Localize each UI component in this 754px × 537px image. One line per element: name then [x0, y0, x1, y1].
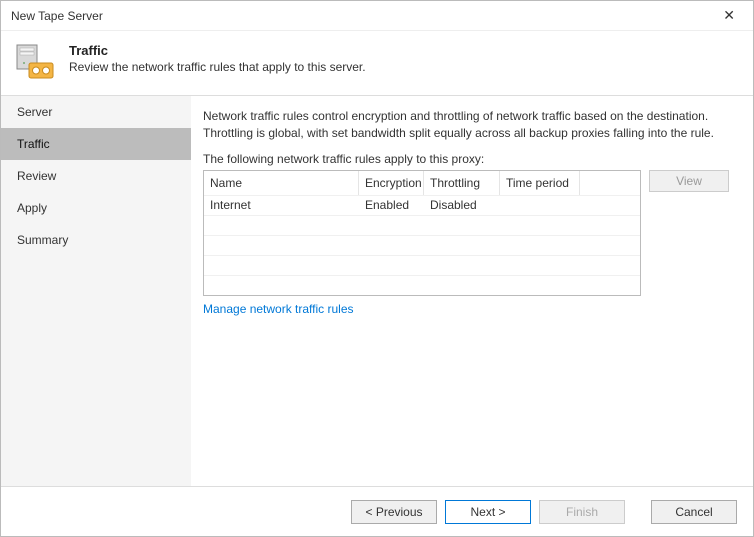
column-header-spacer: [580, 171, 640, 195]
tape-server-icon: [15, 41, 55, 81]
column-header-throttling[interactable]: Throttling: [424, 171, 500, 195]
sidebar-item-summary[interactable]: Summary: [1, 224, 191, 256]
wizard-window: New Tape Server ✕ Traffic Review the net…: [0, 0, 754, 537]
view-button: View: [649, 170, 729, 192]
column-header-name[interactable]: Name: [204, 171, 359, 195]
table-row-empty: [204, 215, 640, 235]
window-title: New Tape Server: [11, 9, 103, 23]
cell-name: Internet: [204, 198, 359, 212]
sidebar-item-review[interactable]: Review: [1, 160, 191, 192]
cancel-button[interactable]: Cancel: [651, 500, 737, 524]
sidebar-item-traffic[interactable]: Traffic: [1, 128, 191, 160]
sidebar: Server Traffic Review Apply Summary: [1, 95, 191, 486]
close-icon[interactable]: ✕: [715, 5, 743, 26]
sidebar-item-label: Apply: [17, 201, 47, 215]
table-row[interactable]: Internet Enabled Disabled: [204, 195, 640, 215]
main-panel: Network traffic rules control encryption…: [191, 95, 753, 486]
table-body: Internet Enabled Disabled: [204, 195, 640, 295]
header: Traffic Review the network traffic rules…: [1, 31, 753, 95]
next-button[interactable]: Next >: [445, 500, 531, 524]
list-label: The following network traffic rules appl…: [203, 152, 737, 166]
manage-traffic-rules-link[interactable]: Manage network traffic rules: [203, 302, 354, 316]
sidebar-item-apply[interactable]: Apply: [1, 192, 191, 224]
table-and-button: Name Encryption Throttling Time period I…: [203, 170, 737, 296]
sidebar-item-server[interactable]: Server: [1, 96, 191, 128]
page-title: Traffic: [69, 43, 366, 58]
table-row-empty: [204, 255, 640, 275]
sidebar-item-label: Summary: [17, 233, 68, 247]
table-row-empty: [204, 275, 640, 295]
titlebar: New Tape Server ✕: [1, 1, 753, 31]
sidebar-item-label: Server: [17, 105, 52, 119]
content-area: Server Traffic Review Apply Summary Netw…: [1, 95, 753, 486]
header-text: Traffic Review the network traffic rules…: [69, 41, 366, 74]
description-text: Network traffic rules control encryption…: [203, 108, 737, 142]
sidebar-item-label: Traffic: [17, 137, 50, 151]
page-subtitle: Review the network traffic rules that ap…: [69, 60, 366, 74]
cell-encryption: Enabled: [359, 198, 424, 212]
table-header-row: Name Encryption Throttling Time period: [204, 171, 640, 195]
table-row-empty: [204, 235, 640, 255]
finish-button: Finish: [539, 500, 625, 524]
column-header-time-period[interactable]: Time period: [500, 171, 580, 195]
previous-button[interactable]: < Previous: [351, 500, 437, 524]
sidebar-item-label: Review: [17, 169, 56, 183]
footer: < Previous Next > Finish Cancel: [1, 486, 753, 536]
traffic-rules-table[interactable]: Name Encryption Throttling Time period I…: [203, 170, 641, 296]
cell-throttling: Disabled: [424, 198, 500, 212]
column-header-encryption[interactable]: Encryption: [359, 171, 424, 195]
